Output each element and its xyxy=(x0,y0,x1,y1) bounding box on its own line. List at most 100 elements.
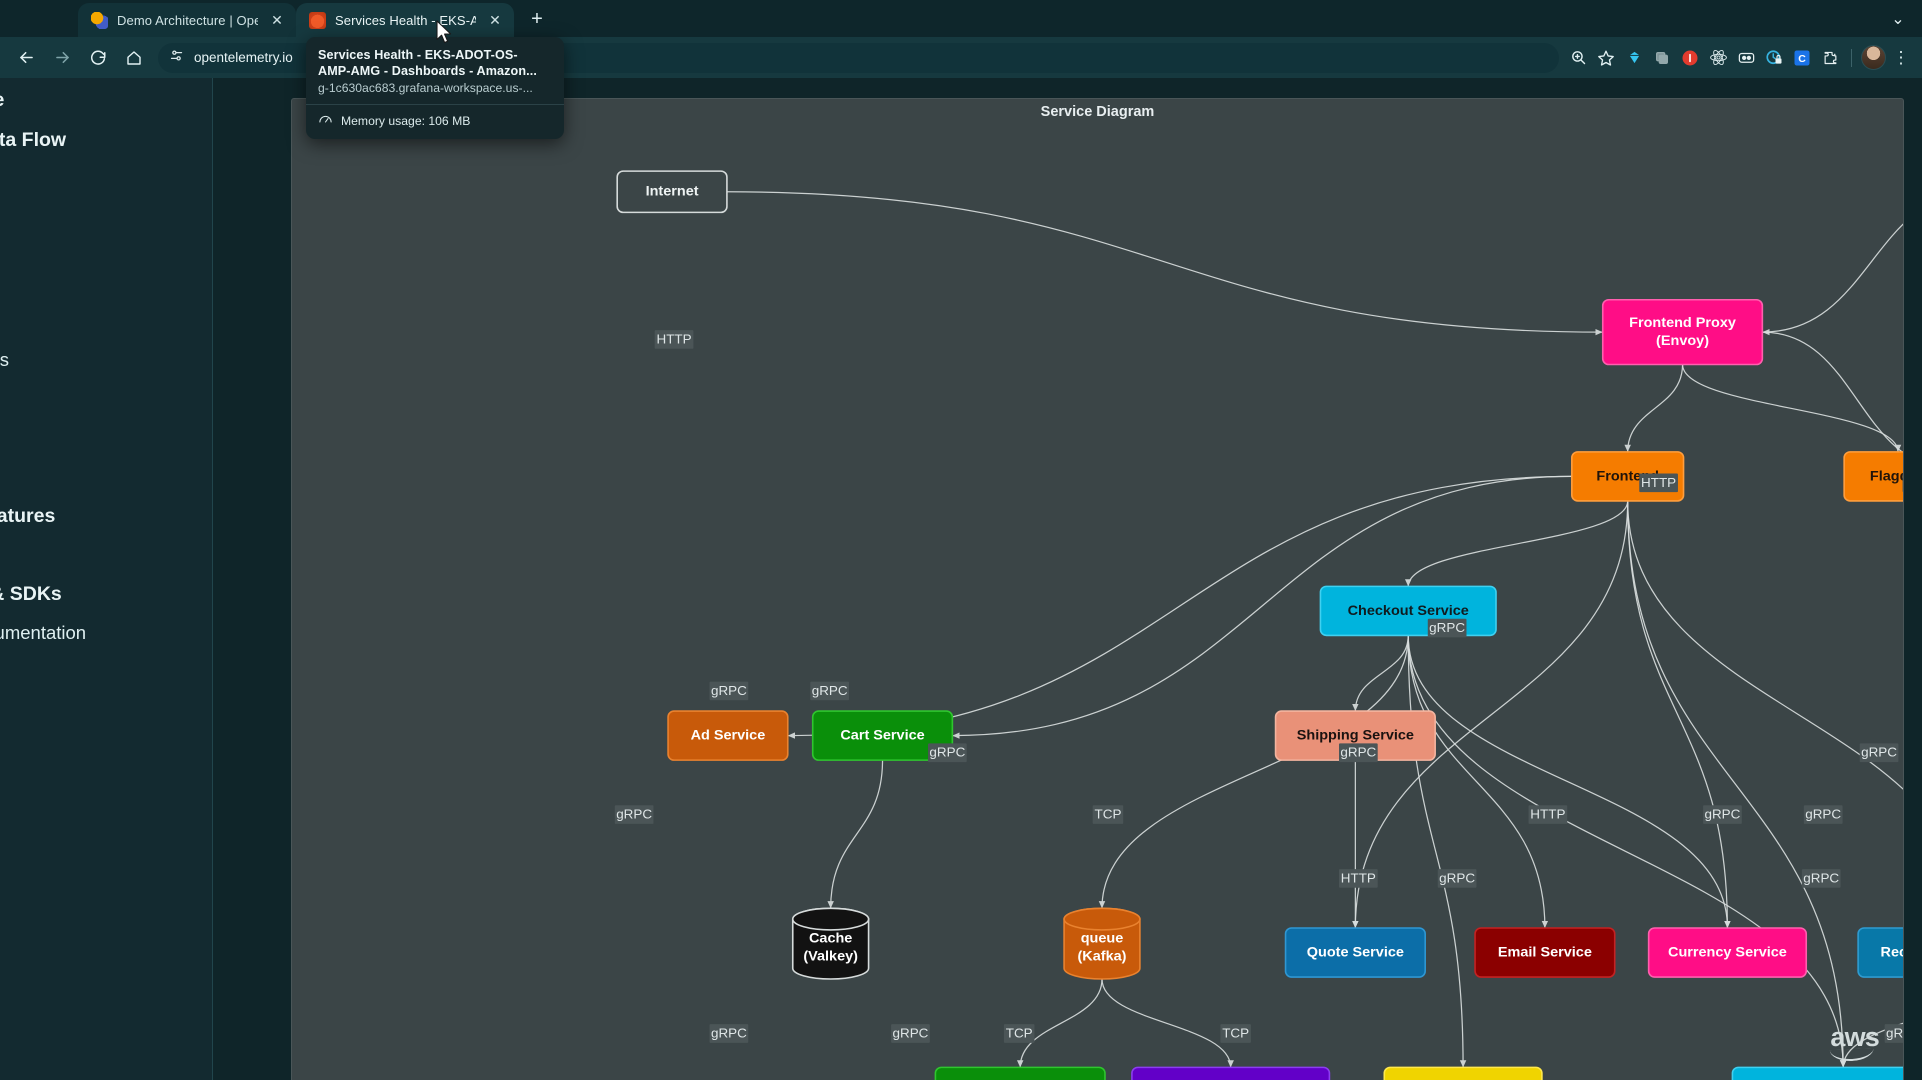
edge-label-text: gRPC xyxy=(929,745,965,760)
zoom-in-icon[interactable] xyxy=(1565,45,1591,71)
aws-swoosh-icon xyxy=(1830,1047,1875,1063)
edge-label: gRPC xyxy=(928,743,967,763)
tab-close-icon[interactable]: ✕ xyxy=(267,10,287,30)
edge-label: gRPC xyxy=(709,681,749,701)
otel-favicon-icon xyxy=(91,11,108,29)
diagram-node-fraudsvc[interactable]: Fraud Detection Service xyxy=(1131,1066,1331,1080)
diagram-node-proxy[interactable]: Frontend Proxy (Envoy) xyxy=(1601,298,1764,366)
diagram-edge xyxy=(1407,635,1847,1068)
edge-label: gRPC xyxy=(1884,1024,1903,1043)
c-extension-icon[interactable]: C xyxy=(1789,45,1815,71)
edge-label-text: TCP xyxy=(1095,807,1122,822)
edge-label: TCP xyxy=(1220,1024,1251,1043)
diamond-extension-icon[interactable] xyxy=(1621,45,1647,71)
puzzle-extensions-icon[interactable] xyxy=(1817,45,1843,71)
sidebar-item-8[interactable]: Features xyxy=(0,502,55,532)
sidebar-item-0[interactable]: ure xyxy=(0,86,4,116)
node-label: Recommendation Service xyxy=(1881,944,1903,960)
node-label: Cache (Valkey) xyxy=(803,931,858,965)
edge-label: gRPC xyxy=(1427,618,1467,638)
diagram-node-checkout[interactable]: Checkout Service xyxy=(1319,585,1497,637)
diagram-edge xyxy=(827,760,884,909)
star-icon[interactable] xyxy=(1593,45,1619,71)
browser-menu-icon[interactable]: ⋮ xyxy=(1888,45,1914,71)
browser-tab-services-health[interactable]: Services Health - EKS-ADOT- ✕ xyxy=(296,3,514,37)
node-shape xyxy=(1731,1066,1903,1080)
node-cylinder-top xyxy=(1063,907,1141,931)
diagram-node-accountsvc[interactable]: Accounting Service xyxy=(934,1066,1106,1080)
tooltip-url: g-1c630ac683.grafana-workspace.us-... xyxy=(318,81,533,96)
diagram-node-internet[interactable]: Internet xyxy=(616,170,728,214)
grafana-dashboard: Service Diagram InternetLoad GeneratorFr… xyxy=(213,78,1922,1080)
node-label: Checkout Service xyxy=(1348,603,1469,619)
diagram-node-queue[interactable]: queue (Kafka) xyxy=(1063,907,1141,980)
sidebar-item-10[interactable]: strumentation xyxy=(0,619,86,648)
copy-extension-icon[interactable] xyxy=(1649,45,1675,71)
diagram-node-flagdui[interactable]: Flagd-ui xyxy=(1843,451,1903,502)
edge-label: gRPC xyxy=(709,1024,749,1043)
memory-usage-label: Memory usage: 106 MB xyxy=(341,114,471,129)
tooltip-memory-row: Memory usage: 106 MB xyxy=(318,112,552,130)
edge-label-text: gRPC xyxy=(1429,620,1465,635)
edge-label-text: gRPC xyxy=(812,683,848,698)
edge-label: HTTP xyxy=(654,330,694,349)
edge-label-text: gRPC xyxy=(1439,870,1475,885)
forward-button[interactable] xyxy=(44,42,80,74)
tab-title: Demo Architecture | OpenTele xyxy=(117,12,258,28)
svg-text:C: C xyxy=(1798,52,1806,64)
reload-button[interactable] xyxy=(80,42,116,74)
home-button[interactable] xyxy=(116,42,152,74)
avatar[interactable] xyxy=(1860,45,1886,71)
node-shape xyxy=(1383,1066,1543,1080)
browser-window: Demo Architecture | OpenTele ✕ Services … xyxy=(0,0,1922,1080)
info-extension-icon[interactable] xyxy=(1677,45,1703,71)
diagram-edge xyxy=(1624,364,1684,452)
sidebar-item-9[interactable]: s & SDKs xyxy=(0,580,62,610)
edge-label-text: HTTP xyxy=(1641,475,1676,490)
sidebar-item-6[interactable]: ents xyxy=(0,346,9,375)
back-button[interactable] xyxy=(8,42,44,74)
node-label: Email Service xyxy=(1498,944,1592,960)
diagram-edge xyxy=(1098,635,1409,909)
diagram-node-emailsvc[interactable]: Email Service xyxy=(1474,927,1616,978)
diagram-node-cache[interactable]: Cache (Valkey) xyxy=(791,907,870,980)
diagram-node-paymentsvc[interactable]: Payment Service xyxy=(1383,1066,1543,1080)
site-settings-icon[interactable] xyxy=(168,47,185,69)
service-diagram[interactable]: InternetLoad GeneratorFrontend Proxy(Env… xyxy=(292,125,1903,1080)
diagram-node-quotesvc[interactable]: Quote Service xyxy=(1284,927,1426,978)
edge-label-text: gRPC xyxy=(1803,870,1839,885)
edge-label: HTTP xyxy=(1528,805,1568,824)
edge-label: gRPC xyxy=(810,681,850,701)
edge-label-text: gRPC xyxy=(1886,1026,1903,1041)
node-shape xyxy=(934,1066,1106,1080)
edge-label: gRPC xyxy=(891,1024,930,1043)
toolbar-divider xyxy=(1851,48,1852,67)
edge-label: gRPC xyxy=(1703,805,1742,824)
tab-hover-preview-tooltip: Services Health - EKS-ADOT-OS- AMP-AMG -… xyxy=(306,37,564,140)
tabstrip-left-pad xyxy=(0,0,78,37)
browser-tab-demo-architecture[interactable]: Demo Architecture | OpenTele ✕ xyxy=(78,3,296,37)
robot-extension-icon[interactable] xyxy=(1733,45,1759,71)
diagram-edge xyxy=(1627,500,1731,928)
edge-label: TCP xyxy=(1003,1024,1035,1043)
diagram-node-currencysvc[interactable]: Currency Service xyxy=(1647,927,1808,978)
react-devtools-icon[interactable] xyxy=(1705,45,1731,71)
sidebar-item-1[interactable]: Data Flow xyxy=(0,126,66,156)
edge-label-text: gRPC xyxy=(1705,807,1741,822)
edge-label-text: TCP xyxy=(1006,1026,1033,1041)
diagram-node-adsvc[interactable]: Ad Service xyxy=(667,710,789,761)
diagram-edge xyxy=(1352,635,1409,712)
panel-body: InternetLoad GeneratorFrontend Proxy(Env… xyxy=(292,125,1903,1080)
edge-label-text: gRPC xyxy=(711,1026,747,1041)
diagram-nodes[interactable]: InternetLoad GeneratorFrontend Proxy(Env… xyxy=(616,170,1903,1080)
clock-lock-extension-icon[interactable] xyxy=(1761,45,1787,71)
tab-title: Services Health - EKS-ADOT- xyxy=(335,12,476,28)
chevron-down-icon[interactable]: ⌄ xyxy=(1882,4,1914,34)
node-label: Quote Service xyxy=(1307,944,1404,960)
diagram-edge xyxy=(1405,500,1629,587)
diagram-node-prodcatsvc[interactable]: Product Catalog Service xyxy=(1731,1066,1903,1080)
new-tab-button[interactable]: + xyxy=(522,4,552,34)
diagram-node-recsvc[interactable]: Recommendation Service xyxy=(1857,927,1903,978)
tab-close-icon[interactable]: ✕ xyxy=(485,10,505,30)
edge-label-text: HTTP xyxy=(1530,807,1565,822)
